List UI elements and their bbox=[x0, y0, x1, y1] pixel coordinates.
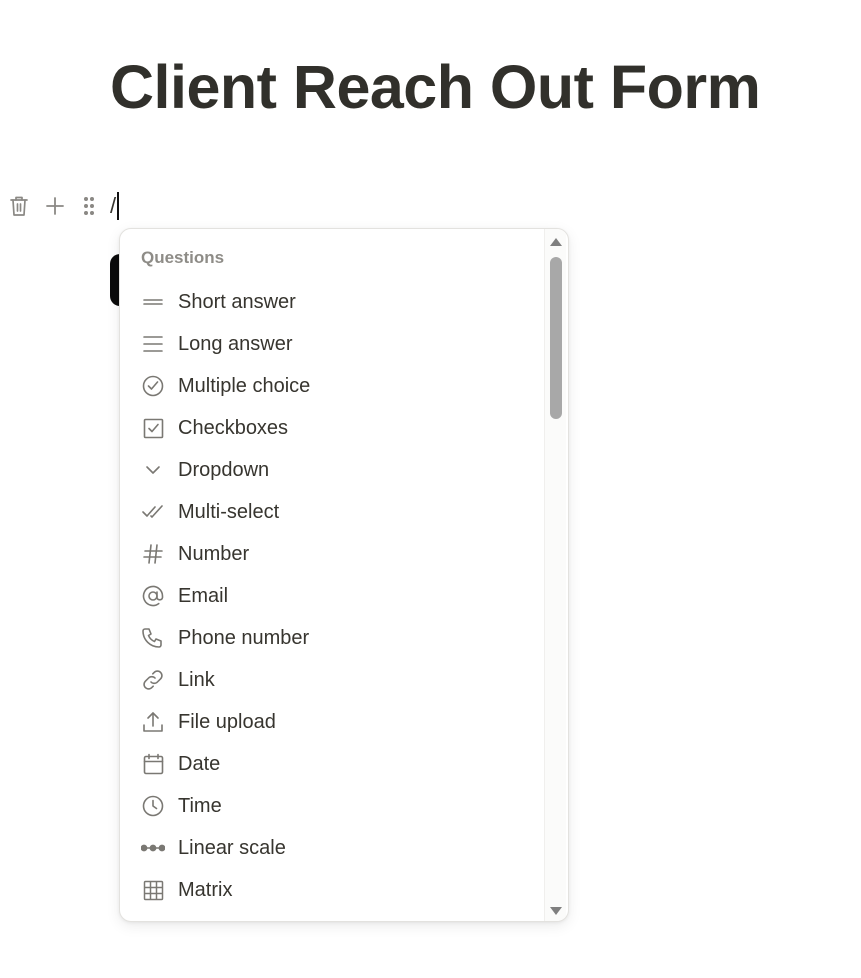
menu-item-matrix[interactable]: Matrix bbox=[120, 869, 545, 911]
scroll-up-arrow-icon[interactable] bbox=[550, 238, 562, 246]
clock-icon bbox=[141, 794, 165, 818]
menu-item-phone-number[interactable]: Phone number bbox=[120, 617, 545, 659]
chevron-down-icon bbox=[141, 458, 165, 482]
menu-item-label: File upload bbox=[178, 710, 276, 733]
menu-item-label: Dropdown bbox=[178, 458, 270, 481]
menu-item-label: Matrix bbox=[178, 878, 233, 901]
upload-icon bbox=[141, 710, 165, 734]
menu-item-date[interactable]: Date bbox=[120, 743, 545, 785]
phone-icon bbox=[141, 626, 165, 650]
menu-item-email[interactable]: Email bbox=[120, 575, 545, 617]
menu-item-long-answer[interactable]: Long answer bbox=[120, 323, 545, 365]
text-caret bbox=[117, 192, 120, 220]
menu-item-number[interactable]: Number bbox=[120, 533, 545, 575]
menu-item-time[interactable]: Time bbox=[120, 785, 545, 827]
linear-scale-icon bbox=[141, 836, 165, 860]
menu-item-file-upload[interactable]: File upload bbox=[120, 701, 545, 743]
long-answer-icon bbox=[141, 332, 165, 356]
menu-item-label: Number bbox=[178, 542, 250, 565]
menu-item-checkboxes[interactable]: Checkboxes bbox=[120, 407, 545, 449]
menu-list: Short answer Long answer Multiple choice… bbox=[120, 281, 545, 911]
menu-item-label: Multi-select bbox=[178, 500, 280, 523]
grid-icon bbox=[141, 878, 165, 902]
link-icon bbox=[141, 668, 165, 692]
menu-section-label: Questions bbox=[141, 248, 225, 267]
menu-item-label: Phone number bbox=[178, 626, 310, 649]
menu-item-label: Long answer bbox=[178, 332, 293, 355]
menu-scrollbar[interactable] bbox=[544, 229, 566, 921]
block-input-text: / bbox=[110, 193, 117, 218]
scrollbar-thumb[interactable] bbox=[550, 257, 562, 419]
menu-item-multi-select[interactable]: Multi-select bbox=[120, 491, 545, 533]
drag-handle-icon[interactable] bbox=[76, 192, 102, 220]
checkbox-icon bbox=[141, 416, 165, 440]
menu-item-label: Time bbox=[178, 794, 222, 817]
menu-item-linear-scale[interactable]: Linear scale bbox=[120, 827, 545, 869]
scroll-down-arrow-icon[interactable] bbox=[550, 907, 562, 915]
menu-item-label: Date bbox=[178, 752, 221, 775]
block-input[interactable]: / bbox=[110, 191, 120, 221]
question-type-menu: Questions Short answer Long answer Multi… bbox=[119, 228, 569, 922]
menu-item-short-answer[interactable]: Short answer bbox=[120, 281, 545, 323]
calendar-icon bbox=[141, 752, 165, 776]
menu-item-dropdown[interactable]: Dropdown bbox=[120, 449, 545, 491]
form-title[interactable]: Client Reach Out Form bbox=[110, 52, 761, 122]
menu-item-label: Checkboxes bbox=[178, 416, 289, 439]
menu-item-label: Link bbox=[178, 668, 215, 691]
menu-item-label: Linear scale bbox=[178, 836, 286, 859]
menu-item-multiple-choice[interactable]: Multiple choice bbox=[120, 365, 545, 407]
at-icon bbox=[141, 584, 165, 608]
menu-item-link[interactable]: Link bbox=[120, 659, 545, 701]
block-toolbar bbox=[6, 192, 102, 220]
hash-icon bbox=[141, 542, 165, 566]
double-check-icon bbox=[141, 500, 165, 524]
multiple-choice-icon bbox=[141, 374, 165, 398]
plus-icon[interactable] bbox=[42, 192, 68, 220]
menu-item-label: Multiple choice bbox=[178, 374, 311, 397]
menu-item-label: Short answer bbox=[178, 290, 296, 313]
menu-item-label: Email bbox=[178, 584, 229, 607]
short-answer-icon bbox=[141, 290, 165, 314]
trash-icon[interactable] bbox=[6, 192, 32, 220]
